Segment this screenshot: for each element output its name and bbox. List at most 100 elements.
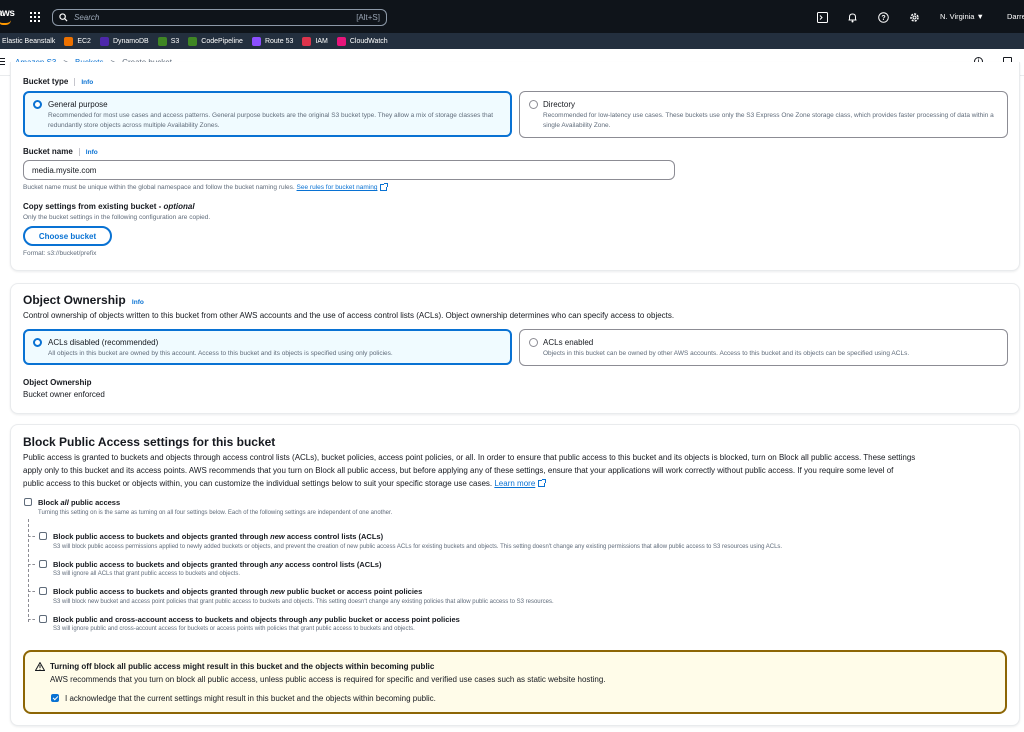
warning-title: Turning off block all public access migh… xyxy=(50,662,435,671)
checkbox-block-all[interactable] xyxy=(24,498,32,506)
aws-logo[interactable]: aws xyxy=(0,0,22,33)
copy-settings-label: Copy settings from existing bucket - opt… xyxy=(23,202,195,211)
tree-branch xyxy=(28,564,35,565)
label-pre: Block public access to buckets and objec… xyxy=(53,560,271,569)
bucket-name-help: Bucket name must be unique within the gl… xyxy=(23,183,389,192)
fav-label: DynamoDB xyxy=(112,37,149,45)
bucket-naming-rules-link[interactable]: See rules for bucket naming xyxy=(297,184,378,191)
radio-directory[interactable] xyxy=(529,100,538,109)
acknowledge-label: I acknowledge that the current settings … xyxy=(65,694,436,703)
bucket-type-info-link[interactable]: Info xyxy=(81,79,93,86)
search-icon xyxy=(59,13,68,22)
checkbox-block-any-policies[interactable] xyxy=(39,615,47,623)
tile-general-purpose[interactable]: General purpose Recommended for most use… xyxy=(23,91,512,137)
object-ownership-info-link[interactable]: Info xyxy=(132,299,144,306)
tile-desc: All objects in this bucket are owned by … xyxy=(48,350,393,357)
radio-acls-enabled[interactable] xyxy=(529,338,538,347)
checkbox-block-new-acls[interactable] xyxy=(39,532,47,540)
tile-desc: Recommended for low-latency use cases. T… xyxy=(543,112,994,129)
region-selector[interactable]: N. Virginia ▼ xyxy=(940,12,984,21)
cloudshell-icon[interactable] xyxy=(816,11,828,23)
learn-more-link[interactable]: Learn more xyxy=(494,479,535,488)
label-pre: Block public access to buckets and objec… xyxy=(53,532,271,541)
iam-icon xyxy=(302,36,312,46)
tile-acls-enabled[interactable]: ACLs enabled Objects in this bucket can … xyxy=(519,329,1008,366)
fav-s3[interactable]: S3 xyxy=(157,36,180,46)
block-new-acls-label: Block public access to buckets and objec… xyxy=(53,532,383,541)
label-pre: Block public access to buckets and objec… xyxy=(53,587,271,596)
checkbox-block-new-policies[interactable] xyxy=(39,587,47,595)
bucket-name-input[interactable] xyxy=(23,160,675,180)
fav-label: EC2 xyxy=(77,37,91,45)
search-box[interactable]: [Alt+S] xyxy=(52,9,387,26)
fav-cloudwatch[interactable]: CloudWatch xyxy=(336,36,388,46)
object-ownership-kv-value: Bucket owner enforced xyxy=(23,390,105,399)
fav-label: Elastic Beanstalk xyxy=(2,37,56,45)
bpa-title: Block Public Access settings for this bu… xyxy=(23,435,276,449)
block-any-policies-label: Block public and cross-account access to… xyxy=(53,615,460,624)
checkbox-block-any-acls[interactable] xyxy=(39,560,47,568)
ec2-icon xyxy=(64,36,74,46)
warning-icon xyxy=(35,662,45,671)
search-shortcut: [Alt+S] xyxy=(356,13,380,22)
route53-icon xyxy=(251,36,261,46)
label-post: access control lists (ACLs) xyxy=(284,532,384,541)
general-configuration-container: Bucket type Info General purpose Recommen… xyxy=(10,62,1020,271)
menu-icon[interactable] xyxy=(0,58,5,66)
fav-route53[interactable]: Route 53 xyxy=(251,36,293,46)
cloudwatch-icon xyxy=(336,36,346,46)
aws-logo-text: aws xyxy=(0,8,15,19)
label-post: public bucket or access point policies xyxy=(284,587,423,596)
tile-acls-disabled[interactable]: ACLs disabled (recommended) All objects … xyxy=(23,329,512,365)
tile-directory[interactable]: Directory Recommended for low-latency us… xyxy=(519,91,1008,138)
copy-settings-optional: optional xyxy=(163,202,195,211)
bpa-desc-text: public access to this bucket or objects … xyxy=(23,479,493,488)
label-em: new xyxy=(270,532,285,541)
radio-acls-disabled[interactable] xyxy=(33,338,42,347)
bucket-name-header: Bucket name Info xyxy=(23,147,98,156)
tile-desc: Recommended for most use cases and acces… xyxy=(48,112,493,129)
search-input[interactable] xyxy=(74,13,357,22)
gear-icon[interactable] xyxy=(908,11,920,23)
fav-codepipeline[interactable]: CodePipeline xyxy=(188,36,243,46)
checkbox-acknowledge[interactable] xyxy=(51,694,59,702)
label-em: any xyxy=(309,615,323,624)
bpa-desc-line: Public access is granted to buckets and … xyxy=(23,453,916,462)
fav-elastic-beanstalk[interactable]: Elastic Beanstalk xyxy=(2,38,55,45)
tile-title: ACLs disabled (recommended) xyxy=(48,338,159,347)
fav-label: CodePipeline xyxy=(201,37,243,45)
bell-icon[interactable] xyxy=(846,11,858,23)
label-post: public bucket or access point policies xyxy=(322,615,460,624)
external-link-icon xyxy=(538,479,547,488)
svg-text:?: ? xyxy=(881,15,885,22)
bucket-name-info-link[interactable]: Info xyxy=(86,149,98,156)
label-em: any xyxy=(270,560,284,569)
bucket-name-help-text: Bucket name must be unique within the gl… xyxy=(23,184,295,192)
tree-branch xyxy=(28,591,35,592)
object-ownership-desc: Control ownership of objects written to … xyxy=(23,311,675,320)
label-pre: Block public and cross-account access to… xyxy=(53,615,310,624)
services-grid-icon[interactable] xyxy=(30,12,40,22)
tree-branch xyxy=(28,536,35,537)
bpa-desc-line: public access to this bucket or objects … xyxy=(23,477,1013,490)
fav-label: S3 xyxy=(170,37,180,45)
fav-label: IAM xyxy=(315,37,328,45)
block-all-label: Block all public access xyxy=(38,498,120,507)
radio-general-purpose[interactable] xyxy=(33,100,42,109)
format-help: Format: s3://bucket/prefix xyxy=(23,250,97,257)
block-all-label-pre: Block xyxy=(38,498,61,507)
fav-iam[interactable]: IAM xyxy=(302,36,328,46)
choose-bucket-button[interactable]: Choose bucket xyxy=(23,226,112,246)
dynamodb-icon xyxy=(99,36,109,46)
bucket-name-label: Bucket name xyxy=(23,147,73,156)
help-icon[interactable]: ? xyxy=(877,11,889,23)
object-ownership-title: Object Ownership xyxy=(23,293,126,307)
block-all-label-post: public access xyxy=(68,498,121,507)
object-ownership-container: Object Ownership Info Control ownership … xyxy=(10,283,1020,414)
account-menu[interactable]: Darre xyxy=(1007,12,1024,21)
fav-ec2[interactable]: EC2 xyxy=(64,36,91,46)
block-new-policies-label: Block public access to buckets and objec… xyxy=(53,587,422,596)
block-any-policies-desc: S3 will ignore public and cross-account … xyxy=(53,626,415,632)
bpa-desc: Public access is granted to buckets and … xyxy=(23,451,1013,490)
fav-dynamodb[interactable]: DynamoDB xyxy=(99,36,149,46)
